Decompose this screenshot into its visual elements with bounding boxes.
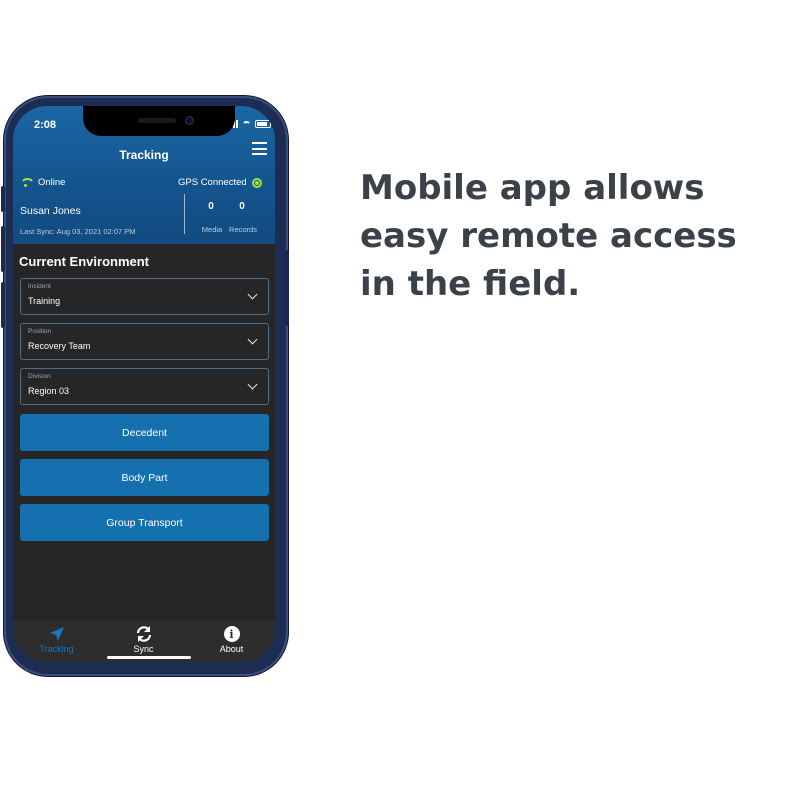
position-select[interactable]: Position Recovery Team [20, 323, 269, 360]
status-time: 2:08 [34, 119, 57, 131]
last-sync-text: Last Sync: Aug 03, 2021 02:07 PM [20, 227, 136, 236]
phone-silent-switch [1, 186, 5, 212]
decedent-button[interactable]: Decedent [20, 414, 269, 451]
sync-icon [135, 625, 153, 643]
user-name: Susan Jones [20, 205, 81, 217]
connection-status-text: Online [38, 177, 66, 188]
media-count: 0 [208, 201, 214, 212]
position-label: Position [28, 328, 52, 335]
records-label: Records [229, 225, 257, 234]
records-count: 0 [239, 201, 245, 212]
incident-label: Incident [28, 283, 51, 290]
navigation-arrow-icon [48, 625, 66, 643]
phone-screen: 2:08 Tracking Online GPS Connected Susan… [13, 106, 275, 662]
battery-icon [255, 120, 271, 128]
phone-volume-up [1, 226, 5, 272]
tab-tracking[interactable]: Tracking [13, 620, 100, 662]
section-title: Current Environment [19, 254, 150, 269]
page-title: Tracking [119, 148, 169, 162]
header-divider [184, 194, 185, 234]
phone-notch [83, 106, 235, 136]
hamburger-menu-icon[interactable] [252, 142, 267, 155]
home-indicator [107, 656, 191, 659]
phone-volume-down [1, 282, 5, 328]
speaker-grille [138, 118, 176, 123]
gps-target-icon [251, 177, 262, 188]
connection-status: Online [20, 177, 65, 188]
phone-power-button [285, 250, 289, 326]
division-label: Division [28, 373, 51, 380]
gps-status: GPS Connected [178, 177, 262, 188]
wifi-online-icon [20, 178, 35, 187]
tab-tracking-label: Tracking [39, 644, 74, 654]
chevron-down-icon [247, 379, 258, 390]
position-value: Recovery Team [28, 341, 91, 351]
info-icon: i [223, 625, 240, 643]
wifi-status-icon [242, 120, 251, 128]
division-value: Region 03 [28, 386, 70, 396]
tab-sync-label: Sync [133, 644, 154, 654]
chevron-down-icon [247, 334, 258, 345]
tab-about[interactable]: i About [188, 620, 275, 662]
front-camera [185, 116, 194, 125]
group-transport-button[interactable]: Group Transport [20, 504, 269, 541]
tab-about-label: About [219, 644, 244, 654]
incident-value: Training [28, 296, 61, 306]
division-select[interactable]: Division Region 03 [20, 368, 269, 405]
marketing-headline: Mobile app allows easy remote access in … [360, 168, 737, 304]
body-part-button[interactable]: Body Part [20, 459, 269, 496]
gps-status-text: GPS Connected [178, 177, 247, 188]
incident-select[interactable]: Incident Training [20, 278, 269, 315]
chevron-down-icon [247, 289, 258, 300]
